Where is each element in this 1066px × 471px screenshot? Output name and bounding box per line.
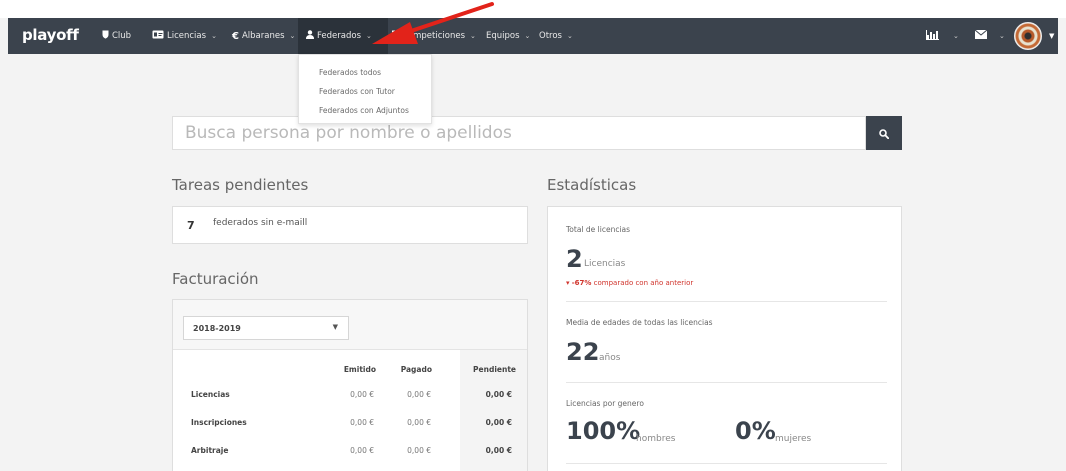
top-strip [0,0,1066,18]
facturacion-table: Emitido Pagado Pendiente Licencias 0,00 … [173,349,527,471]
federados-dropdown-menu: Federados todos Federados con Tutor Fede… [298,54,432,124]
nav-albaranes-label: Albaranes [241,31,285,41]
nav-federados-label: Federados [317,31,362,41]
cell-pendiente: 0,00 € [485,418,512,427]
row-label-arbitraje: Arbitraje [191,446,229,455]
total-licencias-label: Total de licencias [566,225,631,234]
nav-equipos-label: Equipos [486,31,520,41]
tareas-heading: Tareas pendientes [172,176,309,194]
caret-down-icon: ▼ [332,323,338,331]
euro-icon: € [232,30,239,42]
chevron-down-icon: ⌄ [470,32,476,40]
mujeres-unit: mujeres [775,434,812,444]
search-icon [879,124,890,143]
caret-down-icon: ▼ [1049,32,1055,40]
chevron-down-icon: ⌄ [524,32,531,40]
stats-menu[interactable]: ⌄ [926,18,959,54]
cell-pendiente: 0,00 € [485,390,512,399]
menu-item-federados-con-adjuntos[interactable]: Federados con Adjuntos [319,106,409,115]
bar-chart-icon [926,29,939,43]
genero-label: Licencias por genero [566,399,644,408]
chevron-down-icon: ⌄ [366,32,372,40]
nav-federados[interactable]: Federados ⌄ [298,18,388,54]
estadisticas-heading: Estadísticas [547,176,637,194]
shield-icon [102,30,109,42]
nav-competiciones-label: Competiciones [402,31,466,41]
nav-otros[interactable]: Otros ⌄ [539,18,573,54]
change-percent: -67% [571,279,592,287]
avatar-menu-caret[interactable]: ▼ [1049,18,1054,54]
id-card-icon [152,30,164,42]
user-icon [306,30,314,42]
chevron-down-icon: ⌄ [211,32,217,40]
nav-equipos[interactable]: Equipos ⌄ [486,18,530,54]
top-navbar: playoff Club Licencias ⌄ € Albaranes ⌄ F… [8,18,1058,54]
cell-pagado: 0,00 € [407,418,431,427]
menu-item-federados-con-tutor[interactable]: Federados con Tutor [319,87,395,96]
menu-item-federados-todos[interactable]: Federados todos [319,68,381,77]
divider [566,301,887,302]
total-licencias-value: 2 [566,245,583,273]
nav-competiciones[interactable]: Competiciones ⌄ [390,18,476,54]
nav-licencias[interactable]: Licencias ⌄ [152,18,217,54]
cell-emitido: 0,00 € [350,418,374,427]
cell-emitido: 0,00 € [350,390,374,399]
divider [566,463,887,464]
tarea-count: 7 [187,219,195,232]
col-header-emitido: Emitido [343,365,376,374]
search-input[interactable] [172,116,866,150]
facturacion-panel: 2018-2019 ▼ Emitido Pagado Pendiente Lic… [172,299,528,471]
row-label-licencias: Licencias [191,390,230,399]
col-header-pagado: Pagado [400,365,432,374]
divider [566,382,887,383]
facturacion-heading: Facturación [172,270,259,288]
media-edades-value: 22 [566,338,600,366]
envelope-icon [974,29,988,42]
change-text: comparado con año anterior [593,279,694,287]
media-edades-label: Media de edades de todas las licencias [566,318,713,327]
chevron-down-icon: ⌄ [999,32,1005,40]
media-edades-unit: años [599,353,621,363]
search-button[interactable] [866,116,902,150]
nav-club-label: Club [112,31,132,41]
down-caret-icon: ▾ [566,279,570,287]
cell-pagado: 0,00 € [407,446,431,455]
mail-menu[interactable]: ⌄ [974,18,1005,54]
tarea-text[interactable]: federados sin e-maill [213,218,307,228]
estadisticas-panel: Total de licencias 2 Licencias ▾ -67% co… [547,206,902,471]
nav-otros-label: Otros [539,31,562,41]
nav-licencias-label: Licencias [167,31,207,41]
cell-emitido: 0,00 € [350,446,374,455]
chevron-down-icon: ⌄ [566,32,573,40]
brand-logo[interactable]: playoff [22,26,79,44]
col-header-pendiente: Pendiente [473,365,516,374]
chevron-down-icon: ⌄ [953,32,959,40]
licencias-change: ▾ -67% comparado con año anterior [566,279,693,287]
total-licencias-unit: Licencias [584,259,626,269]
trophy-icon [390,30,399,42]
cell-pagado: 0,00 € [407,390,431,399]
season-select-value: 2018-2019 [193,324,241,333]
nav-club[interactable]: Club [102,18,131,54]
club-logo-avatar[interactable] [1014,22,1042,50]
tareas-list: 7 federados sin e-maill [172,206,528,244]
hombres-unit: hombres [636,434,676,444]
nav-albaranes[interactable]: € Albaranes ⌄ [232,18,295,54]
season-select[interactable]: 2018-2019 ▼ [183,316,349,340]
cell-pendiente: 0,00 € [485,446,512,455]
mujeres-value: 0% [735,417,776,445]
chevron-down-icon: ⌄ [289,32,296,40]
row-label-inscripciones: Inscripciones [191,418,247,427]
hombres-value: 100% [566,417,641,445]
